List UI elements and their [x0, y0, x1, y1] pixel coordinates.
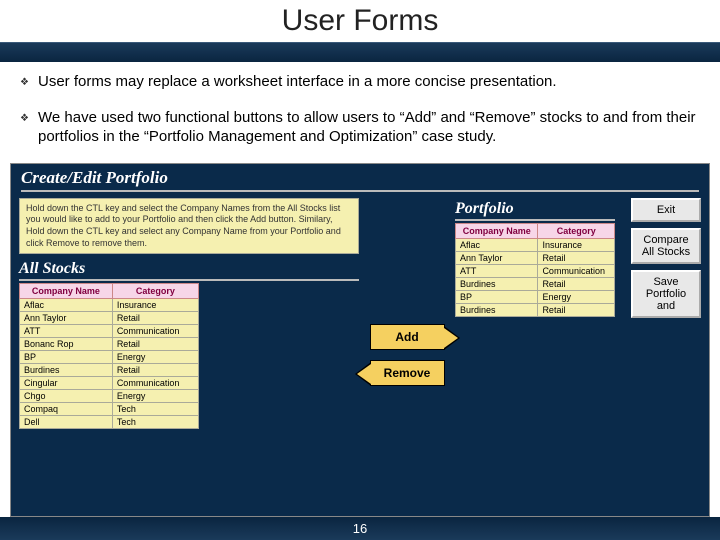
add-button[interactable]: Add — [370, 324, 445, 350]
bullet-marker-icon: ❖ — [20, 108, 38, 147]
form-title: Create/Edit Portfolio — [11, 164, 709, 194]
table-row: ATTCommunication — [456, 264, 615, 277]
table-row: BurdinesRetail — [20, 364, 199, 377]
col-company: Company Name — [456, 223, 538, 238]
slide-footer: 16 — [0, 517, 720, 540]
table-row: AflacInsurance — [20, 299, 199, 312]
table-row: BPEnergy — [456, 290, 615, 303]
table-row: CompaqTech — [20, 403, 199, 416]
table-row: CingularCommunication — [20, 377, 199, 390]
save-button[interactable]: Save Portfolio and — [631, 270, 701, 318]
table-row: ATTCommunication — [20, 325, 199, 338]
portfolio-label: Portfolio — [455, 198, 615, 223]
remove-button[interactable]: Remove — [370, 360, 445, 386]
page-number: 16 — [353, 521, 367, 536]
table-row: ChgoEnergy — [20, 390, 199, 403]
bullet-item: ❖ User forms may replace a worksheet int… — [20, 72, 700, 92]
title-underline — [0, 42, 720, 62]
table-row: AflacInsurance — [456, 238, 615, 251]
slide-title-area: User Forms — [0, 0, 720, 42]
bullet-text: We have used two functional buttons to a… — [38, 108, 700, 147]
table-row: Bonanc RopRetail — [20, 338, 199, 351]
all-stocks-label: All Stocks — [19, 258, 359, 283]
userform-screenshot: Create/Edit Portfolio Hold down the CTL … — [10, 163, 710, 518]
col-category: Category — [538, 223, 615, 238]
table-row: BurdinesRetail — [456, 277, 615, 290]
bullet-marker-icon: ❖ — [20, 72, 38, 92]
table-row: BPEnergy — [20, 351, 199, 364]
slide-body: ❖ User forms may replace a worksheet int… — [0, 62, 720, 163]
table-row: DellTech — [20, 416, 199, 429]
bullet-item: ❖ We have used two functional buttons to… — [20, 108, 700, 147]
table-row: BurdinesRetail — [456, 303, 615, 316]
compare-button[interactable]: Compare All Stocks — [631, 228, 701, 264]
all-stocks-table[interactable]: Company NameCategory AflacInsurance Ann … — [19, 283, 199, 429]
table-row: Ann TaylorRetail — [20, 312, 199, 325]
form-instructions: Hold down the CTL key and select the Com… — [19, 198, 359, 255]
portfolio-table[interactable]: Company NameCategory AflacInsurance Ann … — [455, 223, 615, 317]
exit-button[interactable]: Exit — [631, 198, 701, 222]
col-category: Category — [112, 284, 198, 299]
col-company: Company Name — [20, 284, 113, 299]
table-row: Ann TaylorRetail — [456, 251, 615, 264]
bullet-text: User forms may replace a worksheet inter… — [38, 72, 700, 92]
slide-title: User Forms — [0, 4, 720, 38]
